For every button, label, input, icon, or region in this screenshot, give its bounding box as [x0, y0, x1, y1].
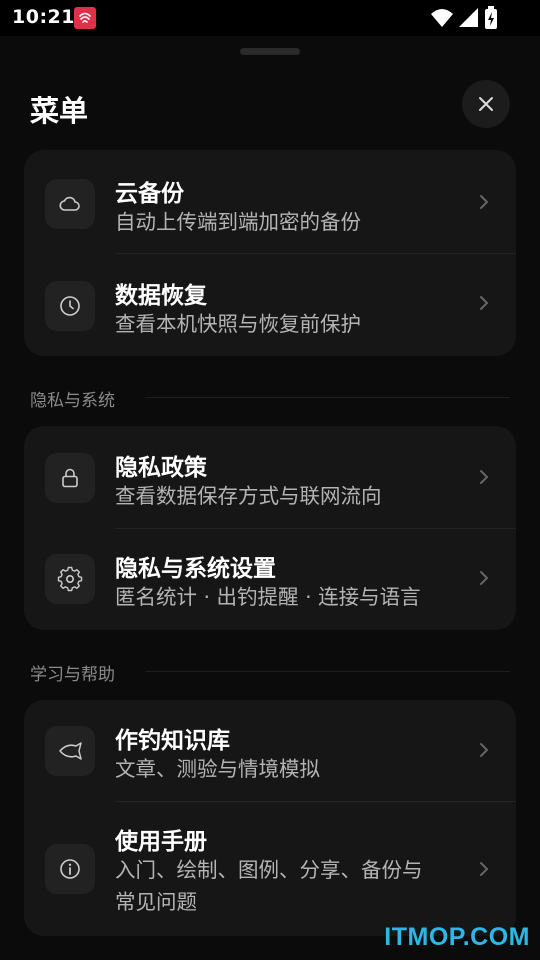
backup-card: 云备份 自动上传端到端加密的备份 数据恢复 查看本机快照与恢复前保护 — [24, 150, 516, 356]
status-time: 10:21 — [12, 6, 75, 28]
menu-item-privacy-settings[interactable]: 隐私与系统设置 匿名统计 · 出钓提醒 · 连接与语言 — [24, 528, 516, 630]
section-divider — [145, 671, 510, 672]
sheet-title: 菜单 — [30, 94, 89, 128]
gear-icon — [45, 554, 95, 604]
menu-item-knowledge-base[interactable]: 作钓知识库 文章、测验与情境模拟 — [24, 700, 516, 801]
menu-item-user-manual[interactable]: 使用手册 入门、绘制、图例、分享、备份与 常见问题 — [24, 801, 516, 936]
chevron-right-icon — [480, 571, 489, 585]
menu-item-title: 隐私与系统设置 — [115, 556, 276, 582]
menu-item-data-restore[interactable]: 数据恢复 查看本机快照与恢复前保护 — [24, 253, 516, 356]
watermark: ITMOP.COM — [384, 923, 530, 951]
menu-item-title: 隐私政策 — [115, 455, 207, 481]
menu-item-subtitle: 查看本机快照与恢复前保护 — [115, 312, 361, 336]
menu-item-subtitle: 入门、绘制、图例、分享、备份与 — [115, 858, 423, 882]
close-button[interactable] — [462, 80, 510, 128]
menu-item-title: 作钓知识库 — [115, 728, 230, 754]
chevron-right-icon — [480, 743, 489, 757]
clock-icon — [45, 281, 95, 331]
menu-item-subtitle: 查看数据保存方式与联网流向 — [115, 484, 382, 508]
menu-item-title: 数据恢复 — [115, 283, 207, 309]
section-divider — [145, 397, 510, 398]
section-label-privacy: 隐私与系统 — [30, 391, 115, 411]
privacy-card: 隐私政策 查看数据保存方式与联网流向 隐私与系统设置 匿名统计 · 出钓提醒 ·… — [24, 426, 516, 630]
section-label-learning: 学习与帮助 — [30, 665, 115, 685]
cloud-icon — [45, 179, 95, 229]
chevron-right-icon — [480, 862, 489, 876]
chevron-right-icon — [480, 195, 489, 209]
system-icons — [430, 6, 500, 30]
info-icon — [45, 844, 95, 894]
fish-icon — [45, 726, 95, 776]
status-bar: 10:21 — [0, 0, 540, 36]
menu-item-subtitle-line2: 常见问题 — [115, 890, 197, 914]
learning-card: 作钓知识库 文章、测验与情境模拟 使用手册 入门、绘制、图例、分享、备份与 常见… — [24, 700, 516, 936]
close-icon — [479, 97, 493, 111]
menu-item-title: 使用手册 — [115, 829, 207, 855]
chevron-right-icon — [480, 470, 489, 484]
menu-item-subtitle: 自动上传端到端加密的备份 — [115, 210, 361, 234]
menu-item-privacy-policy[interactable]: 隐私政策 查看数据保存方式与联网流向 — [24, 426, 516, 528]
app-notification-icon — [74, 7, 96, 29]
menu-sheet: 菜单 云备份 自动上传端到端加密的备份 数据恢复 查看本机快照与恢复前保护 隐私… — [0, 36, 540, 960]
battery-icon — [485, 6, 497, 29]
menu-item-subtitle: 匿名统计 · 出钓提醒 · 连接与语言 — [115, 585, 421, 609]
menu-item-title: 云备份 — [115, 181, 184, 207]
drag-handle[interactable] — [240, 48, 300, 55]
chevron-right-icon — [480, 296, 489, 310]
menu-item-subtitle: 文章、测验与情境模拟 — [115, 757, 320, 781]
lock-icon — [45, 453, 95, 503]
signal-icon — [459, 8, 478, 27]
wifi-icon — [431, 9, 453, 27]
menu-item-cloud-backup[interactable]: 云备份 自动上传端到端加密的备份 — [24, 150, 516, 253]
